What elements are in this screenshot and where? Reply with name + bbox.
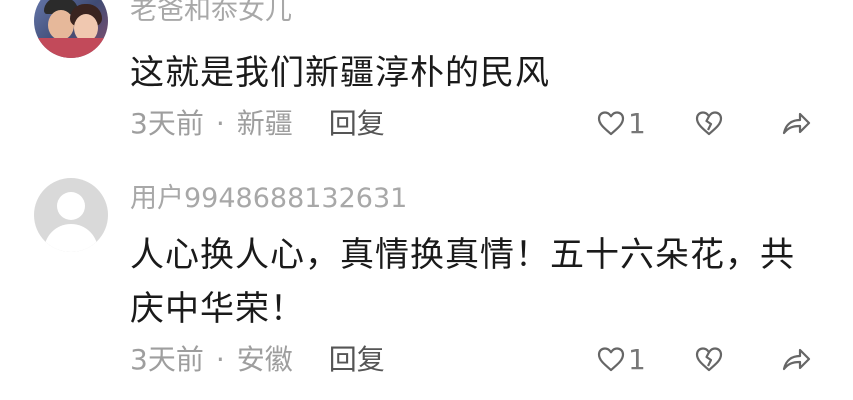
default-user-icon (57, 192, 85, 220)
avatar[interactable] (34, 0, 108, 58)
heart-outline-icon[interactable] (596, 108, 626, 138)
comment-item: 老爸和忝女儿 这就是我们新疆淳朴的民风 3天前 · 新疆 回复 1 (0, 0, 853, 160)
comment-time: 3天前 (130, 107, 204, 140)
meta-separator: · (215, 343, 225, 376)
comment-location: 安徽 (236, 343, 293, 376)
comment-meta: 3天前 · 新疆 回复 (130, 106, 385, 142)
avatar[interactable] (34, 178, 108, 252)
like-count: 1 (628, 343, 646, 376)
comment-item: 用户9948688132631 人心换人心，真情换真情！五十六朵花，共庆中华荣！… (0, 168, 853, 400)
meta-separator: · (215, 107, 225, 140)
comment-text: 这就是我们新疆淳朴的民风 (130, 53, 550, 93)
comment-meta: 3天前 · 安徽 回复 (130, 342, 385, 378)
comment-location: 新疆 (236, 107, 293, 140)
comment-time: 3天前 (130, 343, 204, 376)
comment-text: 人心换人心，真情换真情！五十六朵花，共庆中华荣！ (130, 235, 795, 329)
username[interactable]: 老爸和忝女儿 (130, 0, 292, 26)
reply-button[interactable]: 回复 (329, 106, 385, 142)
broken-heart-icon[interactable] (694, 344, 724, 374)
reply-button[interactable]: 回复 (329, 342, 385, 378)
share-arrow-icon[interactable] (780, 110, 812, 138)
heart-outline-icon[interactable] (596, 344, 626, 374)
like-count: 1 (628, 107, 646, 140)
username[interactable]: 用户9948688132631 (130, 184, 407, 214)
broken-heart-icon[interactable] (694, 108, 724, 138)
share-arrow-icon[interactable] (780, 346, 812, 374)
